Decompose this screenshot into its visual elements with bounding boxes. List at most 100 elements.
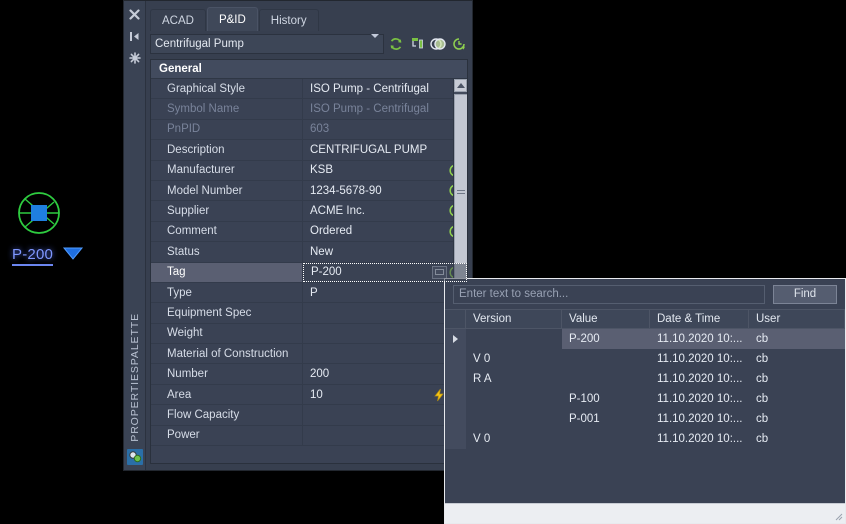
property-value[interactable]: CENTRIFUGAL PUMP [303, 140, 467, 159]
scrollbar-thumb[interactable] [454, 94, 467, 290]
property-value[interactable]: Ordered [303, 222, 467, 241]
palette-tabs: ACAD P&ID History [146, 1, 472, 31]
centrifugal-pump-symbol[interactable] [12, 186, 66, 240]
row-marker[interactable] [445, 389, 466, 409]
chevron-down-icon[interactable] [371, 34, 379, 50]
tab-acad[interactable]: ACAD [150, 9, 206, 31]
property-row[interactable]: Supplier ACME Inc. [151, 201, 467, 222]
row-marker[interactable] [445, 369, 466, 389]
property-row[interactable]: Equipment Spec [151, 303, 467, 324]
property-name: Material of Construction [151, 344, 303, 364]
tab-history[interactable]: History [258, 9, 319, 31]
palette-content: ACAD P&ID History Centrifugal Pump Gener… [146, 1, 472, 470]
column-header-user[interactable]: User [749, 310, 845, 328]
close-icon[interactable] [126, 5, 144, 23]
table-row[interactable]: P-001 11.10.2020 10:... cb [445, 409, 845, 429]
cell-value [562, 369, 650, 389]
property-name: Status [151, 242, 303, 262]
property-value[interactable]: KSB [303, 161, 467, 180]
search-input[interactable]: Enter text to search... [453, 284, 765, 304]
property-name: Flow Capacity [151, 405, 303, 425]
cell-datetime: 11.10.2020 10:... [657, 433, 743, 445]
drawing-canvas[interactable]: P-200 [0, 0, 123, 524]
property-row[interactable]: Symbol Name ISO Pump - Centrifugal [151, 99, 467, 120]
table-row[interactable]: P-100 11.10.2020 10:... cb [445, 389, 845, 409]
property-value[interactable]: 1234-5678-90 [303, 181, 467, 200]
scroll-up-button[interactable] [454, 79, 467, 92]
palette-properties-icon[interactable] [126, 49, 144, 67]
property-name: Area [151, 384, 303, 405]
property-value[interactable] [303, 303, 467, 322]
history-search-bar: Enter text to search... Find [445, 279, 845, 309]
row-marker[interactable] [445, 349, 466, 369]
history-clock-icon[interactable] [450, 35, 468, 53]
property-name: PnPID [151, 119, 303, 140]
property-row[interactable]: PnPID 603 [151, 119, 467, 141]
tab-pid[interactable]: P&ID [206, 7, 258, 31]
property-row[interactable]: Description CENTRIFUGAL PUMP [151, 140, 467, 161]
table-row[interactable]: V 0 11.10.2020 10:... cb [445, 429, 845, 449]
overlapping-circles-icon[interactable] [429, 35, 447, 53]
property-value[interactable] [303, 426, 467, 445]
find-button[interactable]: Find [773, 284, 837, 304]
property-name: Description [151, 140, 303, 160]
property-row[interactable]: Power [151, 425, 467, 447]
property-name: Power [151, 425, 303, 446]
property-row[interactable]: Comment Ordered [151, 221, 467, 243]
auto-hide-pin-icon[interactable] [126, 27, 144, 45]
property-row[interactable]: Status New [151, 242, 467, 267]
property-value[interactable]: 200 [303, 364, 467, 383]
multi-grip-arrow-icon[interactable] [62, 246, 84, 260]
property-row[interactable]: Area 10 [151, 384, 467, 406]
refresh-icon[interactable] [387, 35, 405, 53]
property-row[interactable]: Type P [151, 282, 467, 307]
row-marker[interactable] [445, 409, 466, 429]
export-data-icon[interactable] [408, 35, 426, 53]
history-table-header: Version Value Date & Time User [445, 309, 845, 329]
property-row[interactable]: Weight [151, 323, 467, 345]
history-table[interactable]: Version Value Date & Time User P-200 11.1… [445, 309, 845, 497]
property-row[interactable]: Flow Capacity [151, 405, 467, 426]
current-row-arrow-icon [453, 335, 458, 343]
cell-version: V 0 [473, 433, 491, 445]
property-group-header[interactable]: General [151, 60, 467, 79]
property-row[interactable]: Graphical Style ISO Pump - Centrifugal [151, 79, 467, 103]
properties-palette-icon[interactable] [126, 448, 144, 466]
property-value[interactable] [303, 344, 467, 363]
table-row[interactable]: R A 11.10.2020 10:... cb [445, 369, 845, 389]
cell-datetime: 11.10.2020 10:... [650, 329, 749, 349]
properties-palette-window[interactable]: PROPERTIESPALETTE ACAD P&ID History Cent… [123, 0, 473, 471]
property-value[interactable]: ACME Inc. [303, 201, 467, 220]
row-marker[interactable] [445, 329, 466, 349]
property-row[interactable]: Number 200 [151, 364, 467, 385]
property-value[interactable] [303, 405, 467, 424]
property-row[interactable]: Manufacturer KSB [151, 160, 467, 181]
property-row[interactable]: Material of Construction [151, 344, 467, 365]
column-header-datetime[interactable]: Date & Time [650, 310, 749, 328]
property-value[interactable]: ISO Pump - Centrifugal [303, 99, 467, 118]
history-window[interactable]: Enter text to search... Find Version Val… [444, 278, 846, 524]
pump-tag-label[interactable]: P-200 [12, 246, 54, 266]
table-row[interactable]: P-200 11.10.2020 10:... cb [445, 329, 845, 349]
property-value[interactable]: P [303, 283, 467, 302]
property-grid[interactable]: General Graphical Style ISO Pump - Centri… [150, 59, 468, 464]
property-name: Tag [151, 262, 303, 282]
table-row[interactable]: V 0 11.10.2020 10:... cb [445, 349, 845, 369]
property-value[interactable]: 603 [303, 120, 467, 139]
cell-datetime: 11.10.2020 10:... [657, 353, 743, 365]
property-row[interactable]: Model Number 1234-5678-90 [151, 180, 467, 202]
row-marker[interactable] [445, 429, 466, 449]
cell-value [562, 429, 650, 449]
screen: P-200 PROPERTIESPALETTE ACAD P&ID Histor… [0, 0, 846, 524]
cell-version [466, 409, 562, 429]
resize-grip-icon[interactable] [831, 509, 843, 521]
property-name: Comment [151, 221, 303, 242]
property-value[interactable]: P-200 [303, 262, 467, 282]
property-value[interactable]: ISO Pump - Centrifugal [303, 79, 467, 98]
column-header-version[interactable]: Version [466, 310, 562, 328]
column-header-value[interactable]: Value [562, 310, 650, 328]
object-type-combobox[interactable]: Centrifugal Pump [150, 34, 384, 54]
property-value[interactable] [303, 324, 467, 343]
property-value[interactable]: New [303, 242, 467, 261]
property-row[interactable]: Tag P-200 [151, 262, 467, 283]
